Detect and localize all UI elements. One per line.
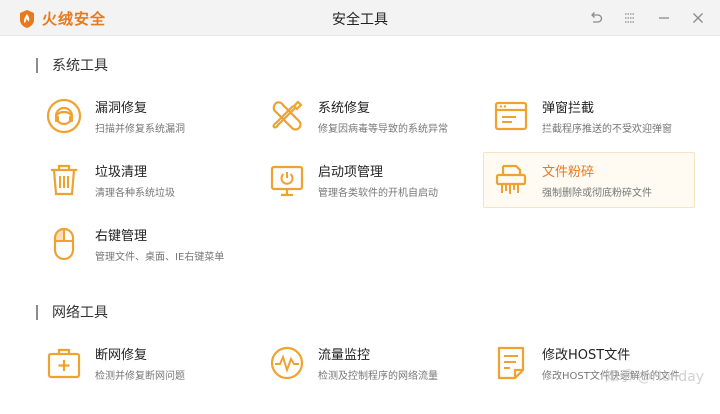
tool-startup-mgr[interactable]: 启动项管理 管理各类软件的开机自启动 (259, 152, 471, 208)
tool-desc: 强制删除或彻底粉碎文件 (542, 188, 652, 199)
back-icon[interactable] (588, 10, 604, 26)
tool-name: 修改HOST文件 (542, 348, 631, 363)
section-divider (36, 57, 38, 73)
tool-name: 弹窗拦截 (542, 101, 595, 116)
section-title-network: 网络工具 (52, 305, 108, 321)
watermark: 知乎 @Holiday (604, 369, 704, 385)
menu-icon[interactable] (622, 10, 638, 26)
tool-sys-repair[interactable]: 系统修复 修复因病毒等导致的系统异常 (259, 88, 471, 144)
trash-icon (45, 161, 83, 199)
tool-net-repair[interactable]: 断网修复 检测并修复断网问题 (36, 335, 248, 391)
tool-name: 流量监控 (318, 348, 371, 363)
tool-junk-clean[interactable]: 垃圾清理 清理各种系统垃圾 (36, 152, 248, 208)
tool-name: 断网修复 (95, 348, 148, 363)
tool-traffic-mon[interactable]: 流量监控 检测及控制程序的网络流量 (259, 335, 471, 391)
window-controls (588, 10, 706, 26)
tool-desc: 清理各种系统垃圾 (95, 188, 175, 199)
close-icon[interactable] (690, 10, 706, 26)
tool-name: 系统修复 (318, 101, 371, 116)
first-aid-icon (45, 344, 83, 382)
window-icon (492, 97, 530, 135)
tool-popup-block[interactable]: 弹窗拦截 拦截程序推送的不受欢迎弹窗 (483, 88, 695, 144)
section-header-network: 网络工具 (36, 302, 108, 322)
shredder-icon (492, 161, 530, 199)
title-bar: 火绒安全 安全工具 (0, 0, 720, 36)
section-divider (36, 304, 38, 320)
tool-rclick-mgr[interactable]: 右键管理 管理文件、桌面、IE右键菜单 (36, 216, 248, 272)
minimize-icon[interactable] (656, 10, 672, 26)
lifebuoy-icon (45, 97, 83, 135)
tool-desc: 检测及控制程序的网络流量 (318, 371, 438, 382)
document-icon (492, 344, 530, 382)
monitor-icon (268, 161, 306, 199)
section-title-system: 系统工具 (52, 58, 108, 74)
tool-vuln-repair[interactable]: 漏洞修复 扫描并修复系统漏洞 (36, 88, 248, 144)
tool-desc: 拦截程序推送的不受欢迎弹窗 (542, 124, 672, 135)
tool-desc: 扫描并修复系统漏洞 (95, 124, 185, 135)
tool-name: 漏洞修复 (95, 101, 148, 116)
tool-name: 启动项管理 (318, 165, 384, 180)
tool-file-shred[interactable]: 文件粉碎 强制删除或彻底粉碎文件 (483, 152, 695, 208)
mouse-icon (45, 225, 83, 263)
tool-name: 垃圾清理 (95, 165, 148, 180)
tool-name: 右键管理 (95, 229, 148, 244)
tool-desc: 修复因病毒等导致的系统异常 (318, 124, 448, 135)
section-header-system: 系统工具 (36, 55, 108, 75)
tool-desc: 管理各类软件的开机自启动 (318, 188, 438, 199)
tool-desc: 管理文件、桌面、IE右键菜单 (95, 252, 225, 263)
gauge-icon (268, 344, 306, 382)
tools-icon (268, 97, 306, 135)
tool-desc: 检测并修复断网问题 (95, 371, 185, 382)
tool-name: 文件粉碎 (542, 165, 595, 180)
